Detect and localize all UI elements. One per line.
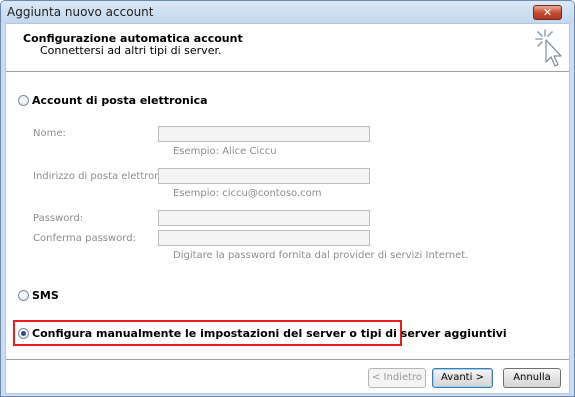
sms-radio[interactable]	[18, 290, 29, 301]
email-address-field[interactable]	[158, 168, 370, 184]
name-label: Nome:	[33, 128, 66, 139]
password-hint: Digitare la password fornita dal provide…	[173, 250, 469, 261]
cursor-sparkle-icon	[535, 29, 562, 67]
next-button[interactable]: Avanti >	[432, 368, 493, 388]
window-title: Aggiunta nuovo account	[7, 5, 154, 19]
title-bar: Aggiunta nuovo account ✕	[1, 1, 574, 23]
dialog-content: Configurazione automatica account Connet…	[5, 23, 570, 394]
header-subtitle: Connettersi ad altri tipi di server.	[40, 44, 222, 57]
email-address-label: Indirizzo di posta elettronica:	[33, 171, 179, 182]
email-account-radio[interactable]	[18, 95, 29, 106]
sms-label: SMS	[32, 289, 59, 302]
email-account-option[interactable]: Account di posta elettronica	[18, 94, 208, 107]
sms-option[interactable]: SMS	[18, 289, 59, 302]
manual-config-option[interactable]: Configura manualmente le impostazioni de…	[18, 327, 507, 340]
password-label: Password:	[33, 213, 84, 224]
close-button[interactable]: ✕	[533, 5, 562, 20]
cancel-button[interactable]: Annulla	[503, 368, 561, 388]
footer-separator	[6, 359, 569, 361]
email-account-label: Account di posta elettronica	[32, 94, 208, 107]
back-button[interactable]: < Indietro	[368, 368, 426, 388]
confirm-password-label: Conferma password:	[33, 233, 136, 244]
name-field[interactable]	[158, 126, 370, 142]
confirm-password-field[interactable]	[158, 230, 370, 246]
header-separator	[6, 71, 569, 73]
manual-config-radio[interactable]	[18, 328, 29, 339]
name-hint: Esempio: Alice Ciccu	[173, 146, 277, 157]
manual-config-label: Configura manualmente le impostazioni de…	[32, 327, 507, 340]
add-account-dialog: Aggiunta nuovo account ✕ Configurazione …	[0, 0, 575, 397]
password-field[interactable]	[158, 210, 370, 226]
email-address-hint: Esempio: ciccu@contoso.com	[173, 188, 322, 199]
